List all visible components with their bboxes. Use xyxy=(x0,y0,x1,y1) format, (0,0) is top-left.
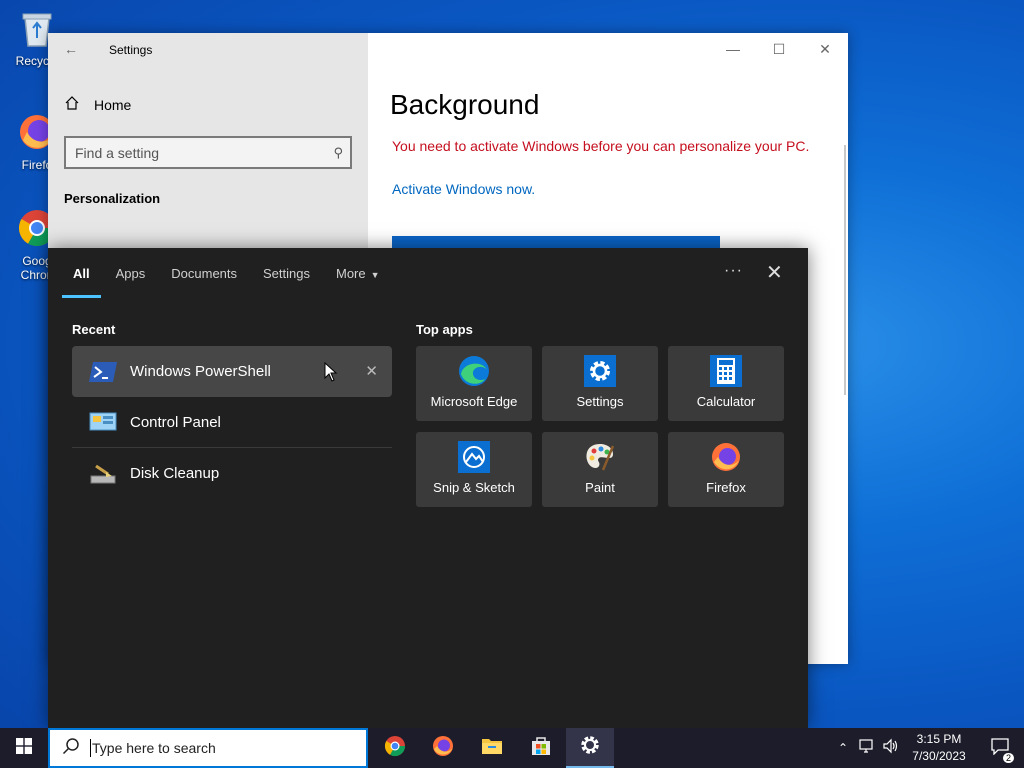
file-explorer-icon xyxy=(480,734,504,763)
system-tray: ⌃ xyxy=(838,728,904,768)
app-tile-snip-sketch[interactable]: Snip & Sketch xyxy=(416,432,532,507)
scrollbar[interactable] xyxy=(844,145,846,395)
ellipsis-icon[interactable]: ··· xyxy=(724,262,743,280)
taskbar-chrome[interactable] xyxy=(371,728,419,768)
page-title: Background xyxy=(390,89,540,120)
tab-documents[interactable]: Documents xyxy=(158,260,250,288)
snip-sketch-icon xyxy=(457,440,491,474)
close-icon[interactable]: ✕ xyxy=(766,260,783,285)
chrome-icon xyxy=(383,734,407,763)
clock-time: 3:15 PM xyxy=(916,732,962,746)
notification-count-badge: 2 xyxy=(1002,752,1014,763)
windows-logo-icon xyxy=(16,737,32,759)
notification-icon: 2 xyxy=(990,737,1014,763)
app-tile-label: Snip & Sketch xyxy=(433,480,515,495)
app-tile-label: Paint xyxy=(585,480,615,495)
remove-icon[interactable]: ✕ xyxy=(365,362,378,380)
recent-item-label: Windows PowerShell xyxy=(130,363,271,380)
app-tile-label: Microsoft Edge xyxy=(430,394,518,409)
tab-label: More xyxy=(336,266,366,281)
paint-icon xyxy=(583,440,617,474)
taskbar-settings[interactable] xyxy=(566,728,614,768)
taskbar-search-box[interactable]: Type here to search xyxy=(48,728,368,768)
back-arrow-icon[interactable]: ← xyxy=(64,41,78,57)
window-controls: — ☐ ✕ xyxy=(710,33,848,65)
edge-icon xyxy=(457,354,491,388)
app-tile-edge[interactable]: Microsoft Edge xyxy=(416,346,532,421)
tab-more[interactable]: More ▼ xyxy=(323,260,393,288)
recent-item-powershell[interactable]: Windows PowerShell ✕ xyxy=(72,346,392,397)
section-label: Personalization xyxy=(64,191,161,206)
search-icon xyxy=(62,737,80,760)
mouse-cursor-icon xyxy=(324,361,338,387)
tab-label: Settings xyxy=(263,266,310,281)
settings-gear-icon xyxy=(583,354,617,388)
taskbar: Type here to search ⌃ 3:15 PM 7/30/2023 … xyxy=(0,728,1024,768)
store-icon xyxy=(529,734,553,763)
recent-item-label: Disk Cleanup xyxy=(130,465,220,482)
app-tile-firefox[interactable]: Firefox xyxy=(668,432,784,507)
taskbar-firefox[interactable] xyxy=(419,728,467,768)
taskbar-clock[interactable]: 3:15 PM 7/30/2023 xyxy=(900,731,978,765)
activation-warning: You need to activate Windows before you … xyxy=(392,138,810,154)
recent-item-control-panel[interactable]: Control Panel xyxy=(72,397,392,448)
app-tile-label: Calculator xyxy=(696,394,756,409)
network-icon[interactable] xyxy=(858,738,882,759)
tab-label: Documents xyxy=(171,266,238,281)
app-tile-label: Firefox xyxy=(706,480,746,495)
app-tile-settings[interactable]: Settings xyxy=(542,346,658,421)
start-button[interactable] xyxy=(0,728,48,768)
minimize-button[interactable]: — xyxy=(710,33,756,65)
calculator-icon xyxy=(709,354,743,388)
recent-item-label: Control Panel xyxy=(130,413,221,431)
chevron-up-icon[interactable]: ⌃ xyxy=(838,741,854,755)
top-apps-grid: Microsoft Edge Settings Calculator Snip … xyxy=(416,346,784,507)
taskbar-search-placeholder: Type here to search xyxy=(92,740,216,756)
home-icon xyxy=(64,95,80,114)
app-tile-calculator[interactable]: Calculator xyxy=(668,346,784,421)
search-tabs: All Apps Documents Settings More ▼ xyxy=(60,260,393,298)
clock-date: 7/30/2023 xyxy=(912,749,966,763)
close-button[interactable]: ✕ xyxy=(802,33,848,65)
chevron-down-icon: ▼ xyxy=(370,270,380,280)
settings-gear-icon xyxy=(579,734,601,761)
find-setting-input[interactable]: Find a setting ⚲ xyxy=(64,136,352,169)
taskbar-store[interactable] xyxy=(517,728,565,768)
search-icon: ⚲ xyxy=(333,145,343,160)
home-nav-item[interactable]: Home xyxy=(64,95,131,114)
tab-all[interactable]: All xyxy=(60,260,103,298)
control-panel-icon xyxy=(88,410,118,434)
tab-settings[interactable]: Settings xyxy=(250,260,323,288)
home-label: Home xyxy=(94,96,132,113)
recent-label: Recent xyxy=(72,322,116,337)
tab-apps[interactable]: Apps xyxy=(103,260,159,288)
search-panel: All Apps Documents Settings More ▼ ··· ✕ … xyxy=(48,248,808,728)
window-title: Settings xyxy=(109,43,153,57)
tab-label: Apps xyxy=(115,266,146,281)
top-apps-label: Top apps xyxy=(416,322,473,337)
app-tile-paint[interactable]: Paint xyxy=(542,432,658,507)
action-center-button[interactable]: 2 xyxy=(980,728,1020,768)
recent-item-disk-cleanup[interactable]: Disk Cleanup xyxy=(72,448,392,499)
firefox-icon xyxy=(709,440,743,474)
tab-label: All xyxy=(73,266,90,281)
firefox-icon xyxy=(431,734,455,763)
find-setting-placeholder: Find a setting xyxy=(75,145,160,161)
disk-cleanup-icon xyxy=(88,462,118,486)
taskbar-file-explorer[interactable] xyxy=(468,728,516,768)
maximize-button[interactable]: ☐ xyxy=(756,33,802,65)
app-tile-label: Settings xyxy=(576,394,624,409)
recent-list: Windows PowerShell ✕ Control Panel Disk … xyxy=(72,346,392,499)
text-caret xyxy=(90,739,91,757)
powershell-icon xyxy=(88,360,118,384)
activate-windows-link[interactable]: Activate Windows now. xyxy=(392,181,535,197)
